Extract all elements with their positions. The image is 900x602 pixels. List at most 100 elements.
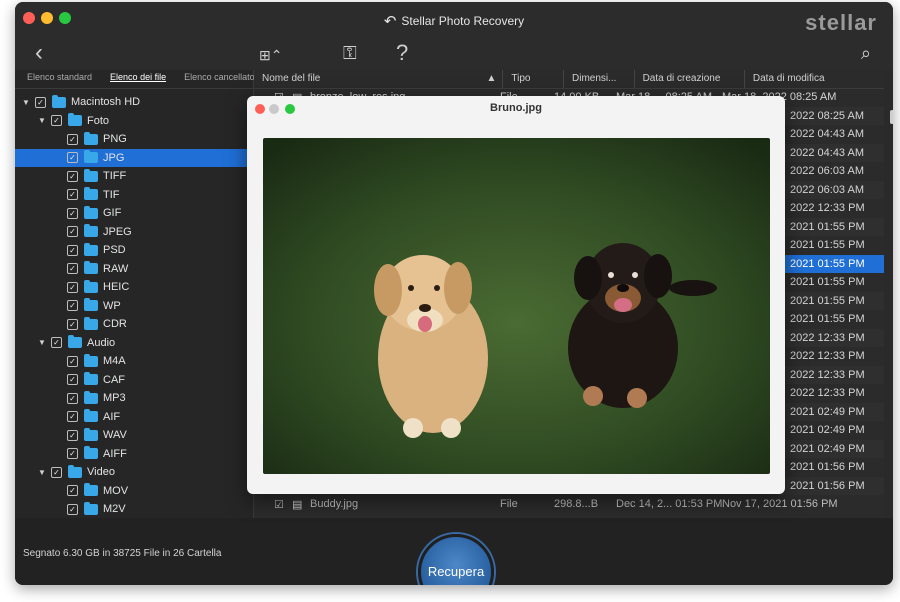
- checkbox[interactable]: ✓: [67, 244, 78, 256]
- checkbox[interactable]: ✓: [67, 485, 78, 497]
- checkbox[interactable]: ✓: [67, 411, 78, 423]
- expand-arrow-icon[interactable]: ▼: [37, 116, 47, 125]
- file-modified: 2022 04:43 AM: [790, 128, 865, 141]
- checkbox[interactable]: ☑: [274, 498, 292, 511]
- folder-icon: [68, 464, 82, 478]
- tree-node[interactable]: ✓ HEIC: [15, 278, 253, 297]
- tree-node-label: CDR: [103, 318, 127, 331]
- titlebar: ↶ Stellar Photo Recovery stellar: [15, 2, 893, 36]
- tree-node[interactable]: ✓ JPG: [15, 148, 253, 167]
- tree-node[interactable]: ✓ WP: [15, 297, 253, 316]
- tree-node[interactable]: ✓ PNG: [15, 130, 253, 149]
- tree-node-label: M4A: [103, 355, 126, 368]
- tree-node[interactable]: ✓ MOV: [15, 482, 253, 501]
- key-icon[interactable]: ⚿: [343, 36, 357, 70]
- tree-node[interactable]: ✓ RAW: [15, 260, 253, 279]
- tree-node[interactable]: ✓ M4A: [15, 352, 253, 371]
- sidebar-tabs: Elenco standard Elenco dei file Elenco c…: [15, 70, 255, 89]
- folder-icon: [84, 390, 98, 404]
- tree-node[interactable]: ✓ TIFF: [15, 167, 253, 186]
- tree-node[interactable]: ✓ AIF: [15, 408, 253, 427]
- checkbox[interactable]: ✓: [67, 170, 78, 182]
- tree-node-label: TIF: [103, 188, 120, 201]
- column-size[interactable]: Dimensi...: [564, 70, 635, 88]
- folder-icon: [84, 261, 98, 275]
- tree-node[interactable]: ▼ ✓ Foto: [15, 112, 253, 131]
- tab-elenco-dei-file[interactable]: Elenco dei file: [98, 70, 172, 88]
- checkbox[interactable]: ✓: [67, 133, 78, 145]
- checkbox[interactable]: ✓: [67, 281, 78, 293]
- folder-icon: [84, 168, 98, 182]
- checkbox[interactable]: ✓: [67, 429, 78, 441]
- checkbox[interactable]: ✓: [67, 207, 78, 219]
- recover-button[interactable]: Recupera: [418, 534, 494, 585]
- checkbox[interactable]: ✓: [67, 152, 78, 164]
- tree-node[interactable]: ✓ CDR: [15, 315, 253, 334]
- tree-node[interactable]: ✓ M2V: [15, 500, 253, 519]
- tree-node[interactable]: ✓ JPEG: [15, 223, 253, 242]
- tree-node[interactable]: ✓ MP3: [15, 389, 253, 408]
- preview-image: [263, 138, 770, 474]
- checkbox[interactable]: ✓: [51, 115, 62, 127]
- file-modified: 2022 12:33 PM: [790, 387, 865, 400]
- file-modified: 2021 01:55 PM: [790, 313, 865, 326]
- expand-arrow-icon[interactable]: ▼: [37, 468, 47, 477]
- file-name: Buddy.jpg: [310, 498, 359, 510]
- checkbox[interactable]: ✓: [35, 96, 46, 108]
- checkbox[interactable]: ✓: [67, 189, 78, 201]
- file-modified: 2021 01:55 PM: [790, 294, 865, 307]
- checkbox[interactable]: ✓: [67, 374, 78, 386]
- tab-elenco-standard[interactable]: Elenco standard: [15, 70, 98, 88]
- tree-node[interactable]: ✓ CAF: [15, 371, 253, 390]
- checkbox[interactable]: ✓: [67, 318, 78, 330]
- checkbox[interactable]: ✓: [51, 337, 62, 349]
- tree-node[interactable]: ✓ PSD: [15, 241, 253, 260]
- checkbox[interactable]: ✓: [67, 503, 78, 515]
- tree-node-label: TIFF: [103, 170, 127, 183]
- view-mode-icon[interactable]: ⊞⌃: [259, 38, 282, 72]
- checkbox[interactable]: ✓: [67, 226, 78, 238]
- expand-arrow-icon[interactable]: ▼: [37, 338, 47, 347]
- checkbox[interactable]: ✓: [67, 355, 78, 367]
- tree-node-label: HEIC: [103, 281, 130, 294]
- back-button[interactable]: ‹: [35, 36, 43, 70]
- table-row[interactable]: ☑ ▤ Buddy.jpg File 298.8...B Dec 14, 2... 01:…: [254, 495, 884, 513]
- tree-node[interactable]: ✓ AIFF: [15, 445, 253, 464]
- checkbox[interactable]: ✓: [67, 392, 78, 404]
- file-modified: 2021 02:49 PM: [790, 424, 865, 437]
- tree-node-label: CAF: [103, 373, 125, 386]
- column-modified[interactable]: Data di modifica: [745, 70, 884, 88]
- search-icon[interactable]: ⌕: [861, 36, 871, 70]
- tab-elenco-cancellato[interactable]: Elenco cancellato: [172, 70, 261, 88]
- help-button[interactable]: ?: [396, 36, 408, 70]
- checkbox[interactable]: ✓: [67, 263, 78, 275]
- tree-node[interactable]: ✓ GIF: [15, 204, 253, 223]
- column-type[interactable]: Tipo: [503, 70, 564, 88]
- tree-node-label: JPEG: [103, 225, 132, 238]
- file-modified: 2022 12:33 PM: [790, 368, 865, 381]
- checkbox[interactable]: ✓: [67, 448, 78, 460]
- tree-node[interactable]: ▼ ✓ Macintosh HD: [15, 93, 253, 112]
- checkbox[interactable]: ✓: [67, 300, 78, 312]
- folder-icon: [84, 446, 98, 460]
- tree-node[interactable]: ✓ TIF: [15, 186, 253, 205]
- file-modified: 2021 02:49 PM: [790, 442, 865, 455]
- column-created[interactable]: Data di creazione: [635, 70, 745, 88]
- tree-node-label: Video: [87, 466, 115, 479]
- file-modified: 2022 12:33 PM: [790, 331, 865, 344]
- status-text: Segnato 6.30 GB in 38725 File in 26 Cart…: [23, 548, 222, 559]
- tree-node[interactable]: ▼ ✓ Audio: [15, 334, 253, 353]
- folder-icon: [84, 298, 98, 312]
- tree-node[interactable]: ✓ WAV: [15, 426, 253, 445]
- file-modified: 2021 01:56 PM: [790, 461, 865, 474]
- checkbox[interactable]: ✓: [51, 466, 62, 478]
- file-created: Dec 14, 2... 01:53 PM: [616, 498, 723, 510]
- file-modified: 2022 08:25 AM: [790, 109, 865, 122]
- footer: Segnato 6.30 GB in 38725 File in 26 Cart…: [15, 518, 893, 585]
- column-name[interactable]: Nome del file ▲: [254, 70, 504, 88]
- file-list-scrollbar[interactable]: [890, 110, 893, 124]
- preview-window: Bruno.jpg: [247, 96, 785, 494]
- expand-arrow-icon[interactable]: ▼: [21, 98, 31, 107]
- folder-icon: [84, 409, 98, 423]
- tree-node[interactable]: ▼ ✓ Video: [15, 463, 253, 482]
